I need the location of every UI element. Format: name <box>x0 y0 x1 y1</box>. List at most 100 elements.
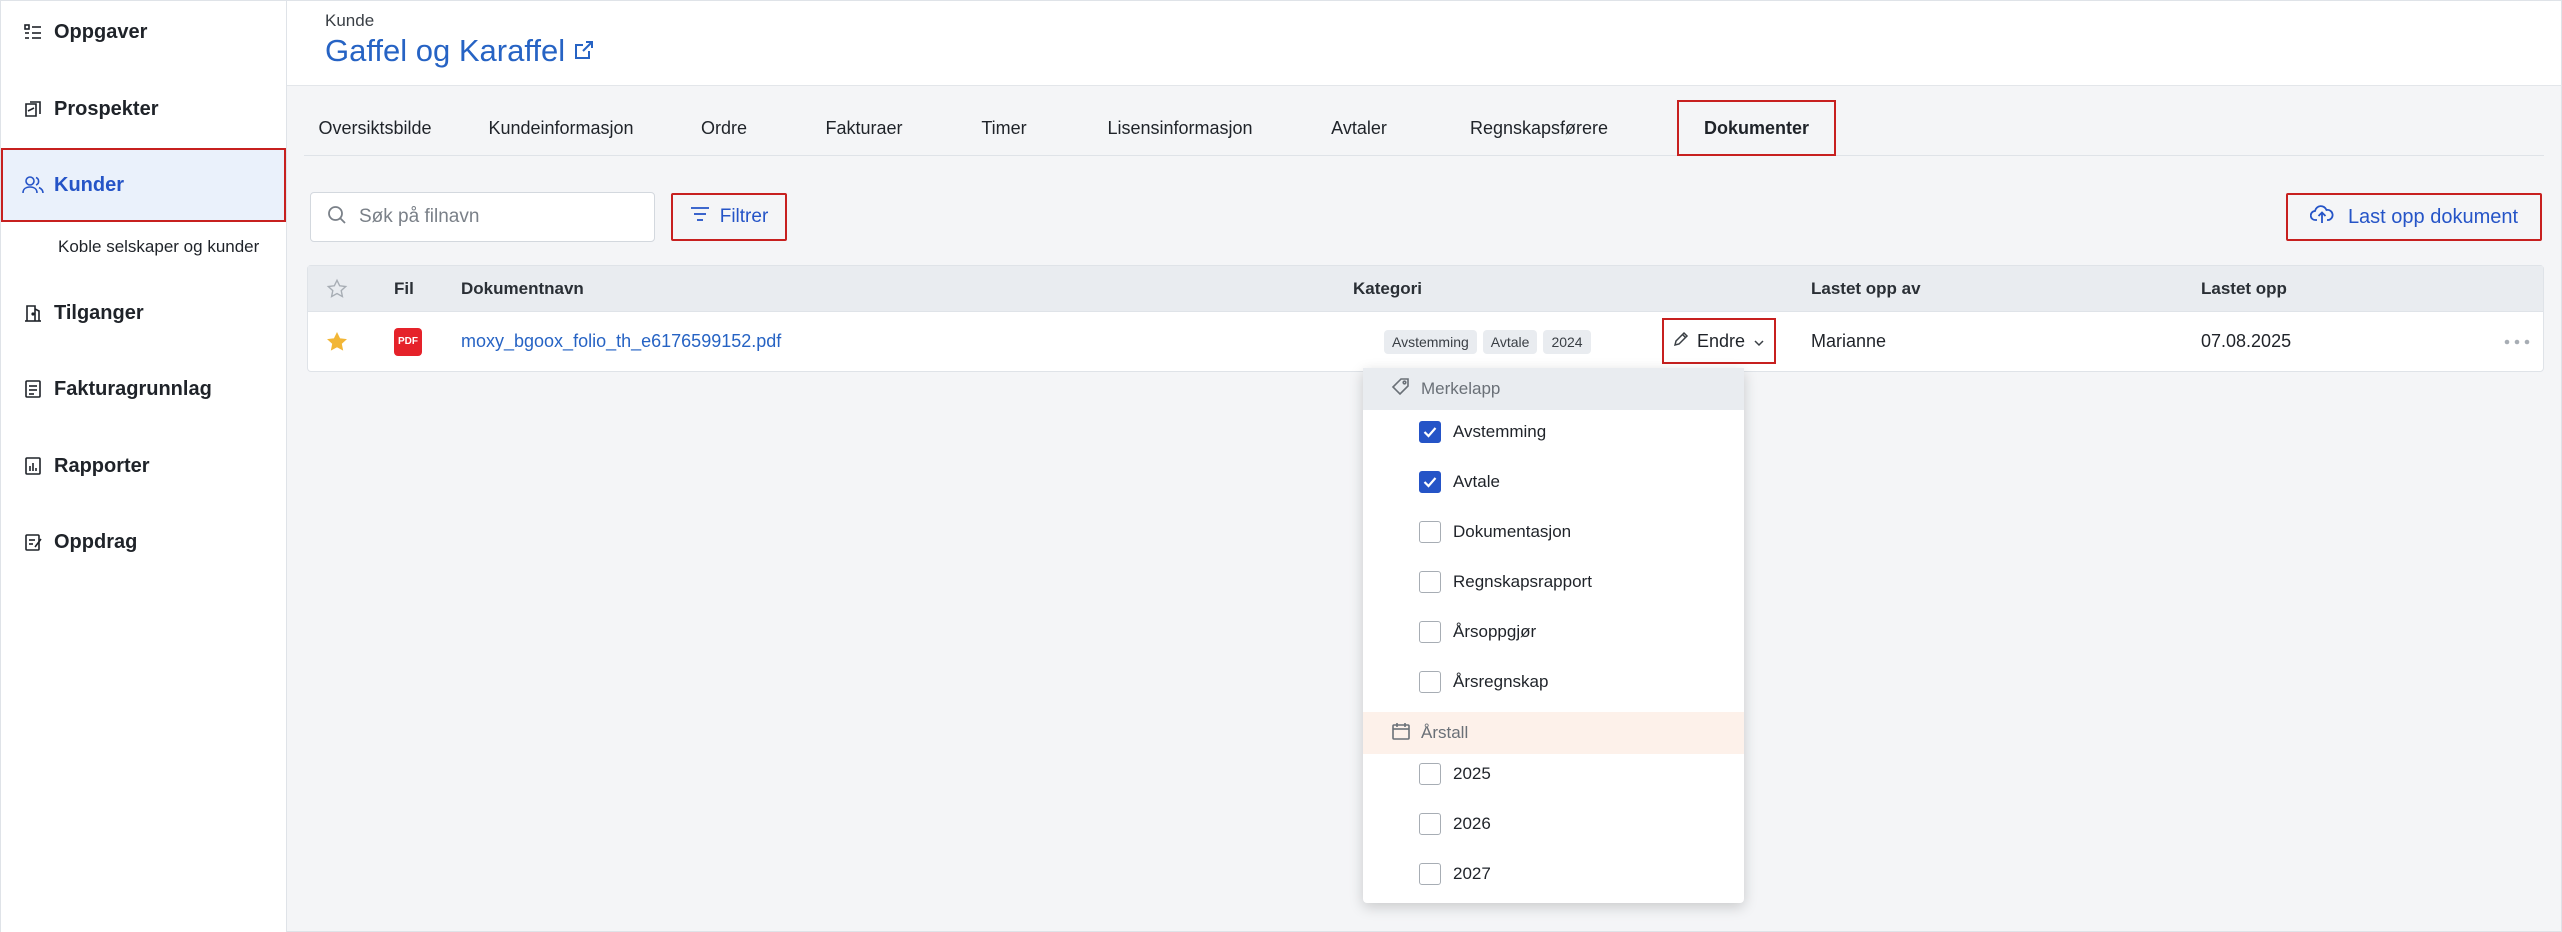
sidebar-item-prospekter[interactable]: Prospekter <box>1 72 286 146</box>
more-options-icon[interactable] <box>2504 312 2530 371</box>
table-header: Fil Dokumentnavn Kategori Lastet opp av … <box>308 266 2543 312</box>
breadcrumb[interactable]: Kunde <box>325 11 374 31</box>
sidebar-subitem-koble[interactable]: Koble selskaper og kunder <box>58 237 259 257</box>
sidebar-item-label: Kunder <box>54 173 124 196</box>
tab-timer[interactable]: Timer <box>954 100 1054 156</box>
checkbox-unchecked[interactable] <box>1419 813 1441 835</box>
sidebar-item-oppdrag[interactable]: Oppdrag <box>1 505 286 579</box>
upload-document-button[interactable]: Last opp dokument <box>2286 193 2542 241</box>
column-header-uploaded[interactable]: Lastet opp <box>2201 266 2287 312</box>
checkbox-checked[interactable] <box>1419 471 1441 493</box>
sidebar-item-fakturagrunnlag[interactable]: Fakturagrunnlag <box>1 352 286 426</box>
option-arsregnskap[interactable]: Årsregnskap <box>1419 662 1548 702</box>
option-2025[interactable]: 2025 <box>1419 754 1491 794</box>
option-label: 2026 <box>1453 814 1491 833</box>
category-dropdown: Merkelapp Avstemming Avtale Dokumentasjo… <box>1363 368 1744 903</box>
option-avstemming[interactable]: Avstemming <box>1419 412 1546 452</box>
cloud-upload-icon <box>2309 204 2334 230</box>
tab-kundeinformasjon[interactable]: Kundeinformasjon <box>466 100 656 156</box>
checkbox-unchecked[interactable] <box>1419 863 1441 885</box>
star-filled-icon[interactable] <box>326 312 348 371</box>
checkbox-unchecked[interactable] <box>1419 621 1441 643</box>
dropdown-group-label: Merkelapp <box>1421 379 1501 398</box>
tab-fakturaer[interactable]: Fakturaer <box>804 100 924 156</box>
option-arsoppgjor[interactable]: Årsoppgjør <box>1419 612 1536 652</box>
option-label: Avtale <box>1453 472 1500 491</box>
option-label: Årsoppgjør <box>1453 622 1537 641</box>
option-label: Dokumentasjon <box>1453 522 1572 541</box>
column-header-category: Kategori <box>1353 279 1422 298</box>
tab-regnskapsforere[interactable]: Regnskapsførere <box>1444 100 1634 156</box>
filter-icon <box>690 206 710 228</box>
checkbox-unchecked[interactable] <box>1419 671 1441 693</box>
column-header-file: Fil <box>394 279 414 298</box>
checkbox-unchecked[interactable] <box>1419 763 1441 785</box>
dropdown-group-tags: Merkelapp <box>1363 368 1744 410</box>
external-link-icon[interactable] <box>573 33 595 69</box>
document-link[interactable]: moxy_bgoox_folio_th_e6176599152.pdf <box>461 331 781 352</box>
page-header: Kunde Gaffel og Karaffel <box>287 0 2562 86</box>
option-2026[interactable]: 2026 <box>1419 804 1491 844</box>
tag-badge: Avtale <box>1482 329 1538 354</box>
option-label: Årsregnskap <box>1453 672 1549 691</box>
upload-label: Last opp dokument <box>2347 205 2519 228</box>
users-icon <box>22 174 44 196</box>
report-icon <box>22 455 44 477</box>
chevron-down-icon <box>1753 331 1765 352</box>
customer-name[interactable]: Gaffel og Karaffel <box>325 33 565 69</box>
document-name-cell: moxy_bgoox_folio_th_e6176599152.pdf <box>461 312 781 371</box>
calendar-icon <box>1391 721 1411 746</box>
filter-button[interactable]: Filtrer <box>671 193 787 241</box>
tab-oversiktsbilde[interactable]: Oversiktsbilde <box>304 100 446 156</box>
option-label: 2025 <box>1453 764 1491 783</box>
sidebar-item-label: Tilganger <box>54 301 144 324</box>
access-icon <box>22 302 44 324</box>
column-header-name[interactable]: Dokumentnavn <box>461 266 584 312</box>
sidebar-item-oppgaver[interactable]: Oppgaver <box>1 0 286 69</box>
search-box <box>310 192 655 242</box>
sidebar-item-label: Fakturagrunnlag <box>54 377 212 400</box>
documents-table: Fil Dokumentnavn Kategori Lastet opp av … <box>307 265 2544 372</box>
table-row: PDF moxy_bgoox_folio_th_e6176599152.pdf … <box>308 312 2543 371</box>
option-label: Regnskapsrapport <box>1453 572 1592 591</box>
option-regnskapsrapport[interactable]: Regnskapsrapport <box>1419 562 1592 602</box>
tab-dokumenter[interactable]: Dokumenter <box>1677 100 1836 156</box>
pencil-icon <box>1673 331 1689 352</box>
uploaded-by-cell: Marianne <box>1811 331 1887 351</box>
category-tags: Avstemming Avtale 2024 <box>1384 312 1597 371</box>
uploaded-date-cell: 07.08.2025 <box>2201 331 2292 351</box>
checkbox-unchecked[interactable] <box>1419 521 1441 543</box>
sidebar-item-label: Oppdrag <box>54 530 138 553</box>
checkbox-checked[interactable] <box>1419 421 1441 443</box>
checkbox-unchecked[interactable] <box>1419 571 1441 593</box>
option-label: Avstemming <box>1453 422 1547 441</box>
tab-ordre[interactable]: Ordre <box>674 100 774 156</box>
column-header-uploaded-by[interactable]: Lastet opp av <box>1811 266 1921 312</box>
edit-label: Endre <box>1696 330 1746 351</box>
sidebar-item-label: Rapporter <box>54 454 150 477</box>
sidebar-item-kunder[interactable]: Kunder <box>1 148 286 222</box>
search-icon <box>327 205 347 230</box>
tab-bar: Oversiktsbilde Kundeinformasjon Ordre Fa… <box>304 100 2544 156</box>
dropdown-group-year: Årstall <box>1363 712 1744 754</box>
sidebar-item-label: Oppgaver <box>54 20 148 43</box>
tab-avtaler[interactable]: Avtaler <box>1304 100 1414 156</box>
pdf-icon: PDF <box>394 327 422 356</box>
tag-badge: 2024 <box>1543 329 1591 354</box>
edit-category-button[interactable]: Endre <box>1662 318 1776 364</box>
option-2027[interactable]: 2027 <box>1419 854 1491 894</box>
search-input[interactable] <box>359 206 649 228</box>
tab-lisensinformasjon[interactable]: Lisensinformasjon <box>1080 100 1280 156</box>
option-dokumentasjon[interactable]: Dokumentasjon <box>1419 512 1571 552</box>
task-list-icon <box>22 21 44 43</box>
sidebar-item-label: Prospekter <box>54 97 159 120</box>
prospect-icon <box>22 98 44 120</box>
tag-icon <box>1391 377 1411 402</box>
sidebar: Oppgaver Prospekter Kunder Koble selskap… <box>0 0 287 932</box>
sidebar-item-rapporter[interactable]: Rapporter <box>1 429 286 503</box>
star-column-icon[interactable] <box>326 266 348 312</box>
option-avtale[interactable]: Avtale <box>1419 462 1500 502</box>
sidebar-item-tilganger[interactable]: Tilganger <box>1 276 286 350</box>
option-label: 2027 <box>1453 864 1491 883</box>
assignment-icon <box>22 531 44 553</box>
